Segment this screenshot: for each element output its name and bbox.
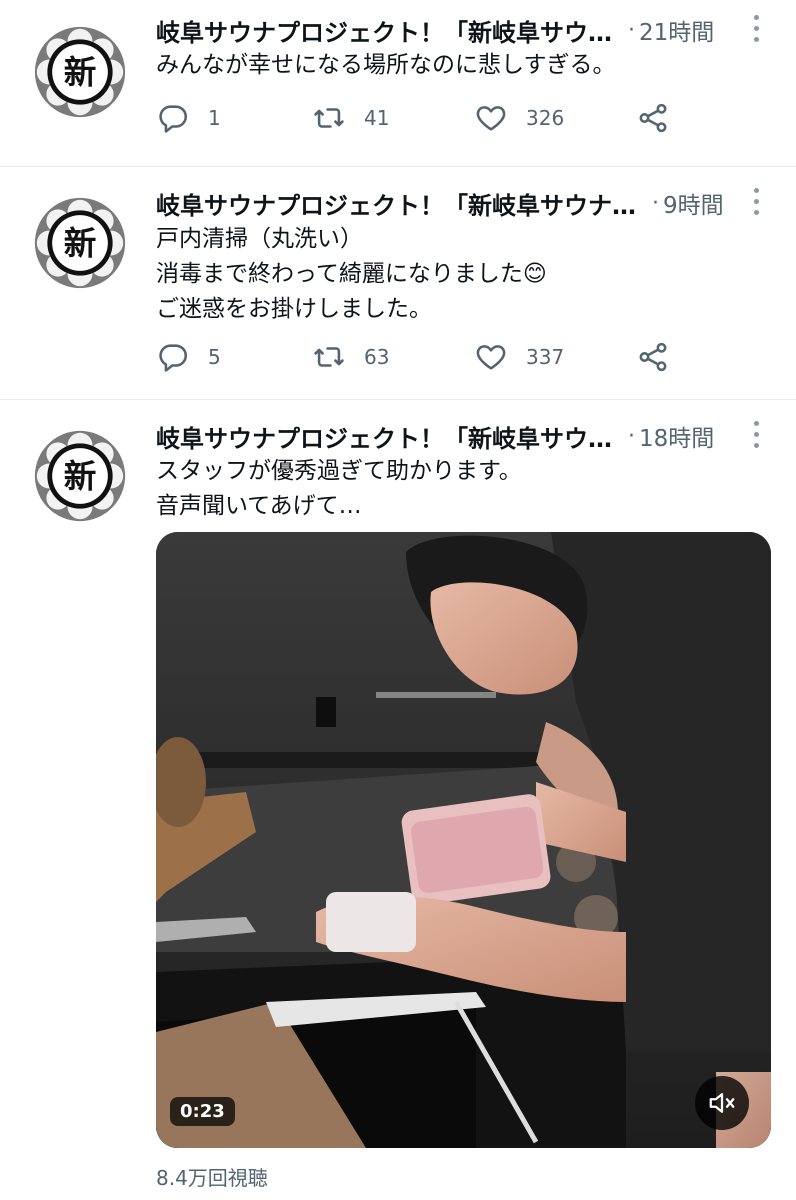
separator-dot: · [652, 190, 659, 216]
retweet-count: 41 [364, 106, 390, 130]
avatar[interactable]: 新 [32, 428, 128, 524]
like-button[interactable]: 337 [474, 337, 564, 377]
logo-icon: 新 [34, 430, 126, 522]
like-count: 326 [526, 106, 565, 130]
heart-icon [476, 345, 506, 370]
tweet-text-line: 音声聞いてあげて… [156, 493, 362, 519]
tweet-text-fragment: 消毒まで終わって綺麗になりました [156, 261, 523, 287]
tweet[interactable]: 新 岐阜サウナプロジェクト！「新岐阜サウ… · 21時間 みんなが幸せになる場所… [0, 0, 796, 166]
svg-text:新: 新 [64, 54, 97, 92]
tweet-header: 岐阜サウナプロジェクト！「新岐阜サウ… · 21時間 [156, 10, 724, 50]
reply-count: 5 [208, 345, 221, 369]
video-player[interactable]: 0:23 [156, 532, 771, 1148]
action-bar: 5 63 337 [156, 337, 676, 377]
tweet-text-line: 戸内清掃（丸洗い） [156, 226, 363, 252]
tweet-text: スタッフが優秀過ぎて助かります。 音声聞いてあげて… [156, 454, 756, 524]
separator-dot: · [628, 17, 635, 43]
smile-emoji: 😊 [522, 261, 547, 287]
timestamp[interactable]: 18時間 [639, 419, 714, 453]
share-icon [639, 342, 667, 372]
tweet-text-line: 消毒まで終わって綺麗になりました😊 [156, 257, 756, 292]
logo-icon: 新 [34, 26, 126, 118]
retweet-icon [314, 347, 344, 367]
display-name[interactable]: 岐阜サウナプロジェクト！「新岐阜サウナ… [156, 186, 636, 221]
reply-count: 1 [208, 106, 221, 130]
video-frame [156, 532, 771, 1148]
retweet-button[interactable]: 63 [312, 337, 389, 377]
tweet-header: 岐阜サウナプロジェクト！「新岐阜サウ… · 18時間 [156, 416, 724, 456]
tweet-text: みんなが幸せになる場所なのに悲しすぎる。 [156, 48, 756, 83]
display-name[interactable]: 岐阜サウナプロジェクト！「新岐阜サウ… [156, 419, 612, 454]
tweet-text-line: スタッフが優秀過ぎて助かります。 [156, 458, 522, 484]
timeline: 新 岐阜サウナプロジェクト！「新岐阜サウ… · 21時間 みんなが幸せになる場所… [0, 0, 796, 1200]
reply-button[interactable]: 5 [156, 337, 221, 377]
action-bar: 1 41 326 [156, 98, 676, 138]
retweet-button[interactable]: 41 [312, 98, 389, 138]
tweet-text-line: みんなが幸せになる場所なのに悲しすぎる。 [156, 52, 616, 78]
display-name[interactable]: 岐阜サウナプロジェクト！「新岐阜サウ… [156, 13, 612, 48]
reply-icon [159, 105, 188, 133]
avatar[interactable]: 新 [32, 24, 128, 120]
more-vertical-icon[interactable] [746, 414, 766, 454]
logo-icon: 新 [34, 197, 126, 289]
avatar[interactable]: 新 [32, 195, 128, 291]
svg-text:新: 新 [64, 458, 97, 496]
timestamp[interactable]: 9時間 [663, 186, 724, 220]
more-vertical-icon[interactable] [746, 181, 766, 221]
tweet-text: 戸内清掃（丸洗い） 消毒まで終わって綺麗になりました😊 ご迷惑をお掛けしました。 [156, 222, 756, 327]
tweet-header: 岐阜サウナプロジェクト！「新岐阜サウナ… · 9時間 [156, 183, 724, 223]
share-button[interactable] [636, 337, 670, 377]
timestamp[interactable]: 21時間 [639, 13, 714, 47]
view-count: 8.4万回視聴 [156, 1166, 268, 1190]
heart-icon [476, 106, 506, 131]
separator-dot: · [628, 423, 635, 449]
more-vertical-icon[interactable] [746, 8, 766, 48]
reply-icon [159, 344, 188, 372]
retweet-icon [314, 108, 344, 128]
share-button[interactable] [636, 98, 670, 138]
video-duration: 0:23 [170, 1097, 235, 1126]
tweet[interactable]: 新 岐阜サウナプロジェクト！「新岐阜サウナ… · 9時間 戸内清掃（丸洗い） 消… [0, 167, 796, 399]
like-button[interactable]: 326 [474, 98, 564, 138]
share-icon [639, 103, 667, 133]
tweet-text-line: ご迷惑をお掛けしました。 [156, 296, 432, 322]
svg-text:新: 新 [64, 225, 97, 263]
reply-button[interactable]: 1 [156, 98, 221, 138]
retweet-count: 63 [364, 345, 390, 369]
like-count: 337 [526, 345, 565, 369]
mute-icon [709, 1093, 735, 1113]
mute-button[interactable] [695, 1076, 749, 1130]
